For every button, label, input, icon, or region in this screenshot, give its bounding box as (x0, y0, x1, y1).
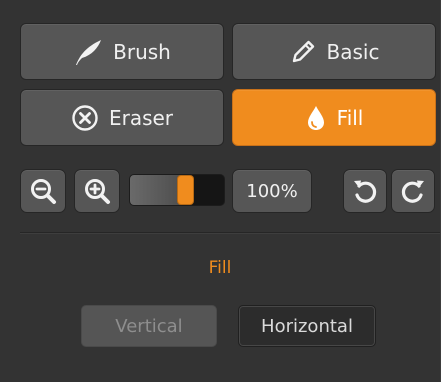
pencil-icon (289, 38, 317, 66)
section-divider (20, 232, 440, 233)
zoom-level-button[interactable]: 100% (232, 169, 312, 213)
fill-label: Fill (336, 105, 364, 130)
redo-button[interactable] (391, 169, 435, 213)
zoom-slider[interactable] (129, 174, 225, 206)
zoom-level-label: 100% (246, 180, 298, 202)
zoom-out-icon (28, 176, 58, 206)
undo-button[interactable] (343, 169, 387, 213)
circle-x-icon (71, 104, 99, 132)
redo-icon (399, 177, 427, 205)
horizontal-option-button[interactable]: Horizontal (238, 305, 376, 347)
eraser-label: Eraser (108, 105, 174, 130)
fill-button[interactable]: Fill (232, 89, 436, 146)
zoom-out-button[interactable] (20, 169, 66, 213)
undo-icon (351, 177, 379, 205)
basic-label: Basic (326, 39, 380, 64)
brush-button[interactable]: Brush (20, 23, 224, 80)
zoom-in-icon (82, 176, 112, 206)
fill-section-title: Fill (208, 258, 232, 278)
zoom-slider-thumb[interactable] (178, 176, 194, 204)
vertical-option-button[interactable]: Vertical (81, 305, 217, 347)
brush-settings-panel: Brush Basic Eraser Fill 100% Fill Vertic… (0, 0, 441, 382)
eraser-button[interactable]: Eraser (20, 89, 224, 146)
brush-label: Brush (113, 39, 171, 64)
vertical-option-label: Vertical (115, 315, 183, 337)
zoom-in-button[interactable] (74, 169, 120, 213)
horizontal-option-label: Horizontal (261, 315, 353, 337)
feather-brush-icon (73, 38, 103, 66)
droplet-icon (305, 104, 327, 132)
basic-button[interactable]: Basic (232, 23, 436, 80)
